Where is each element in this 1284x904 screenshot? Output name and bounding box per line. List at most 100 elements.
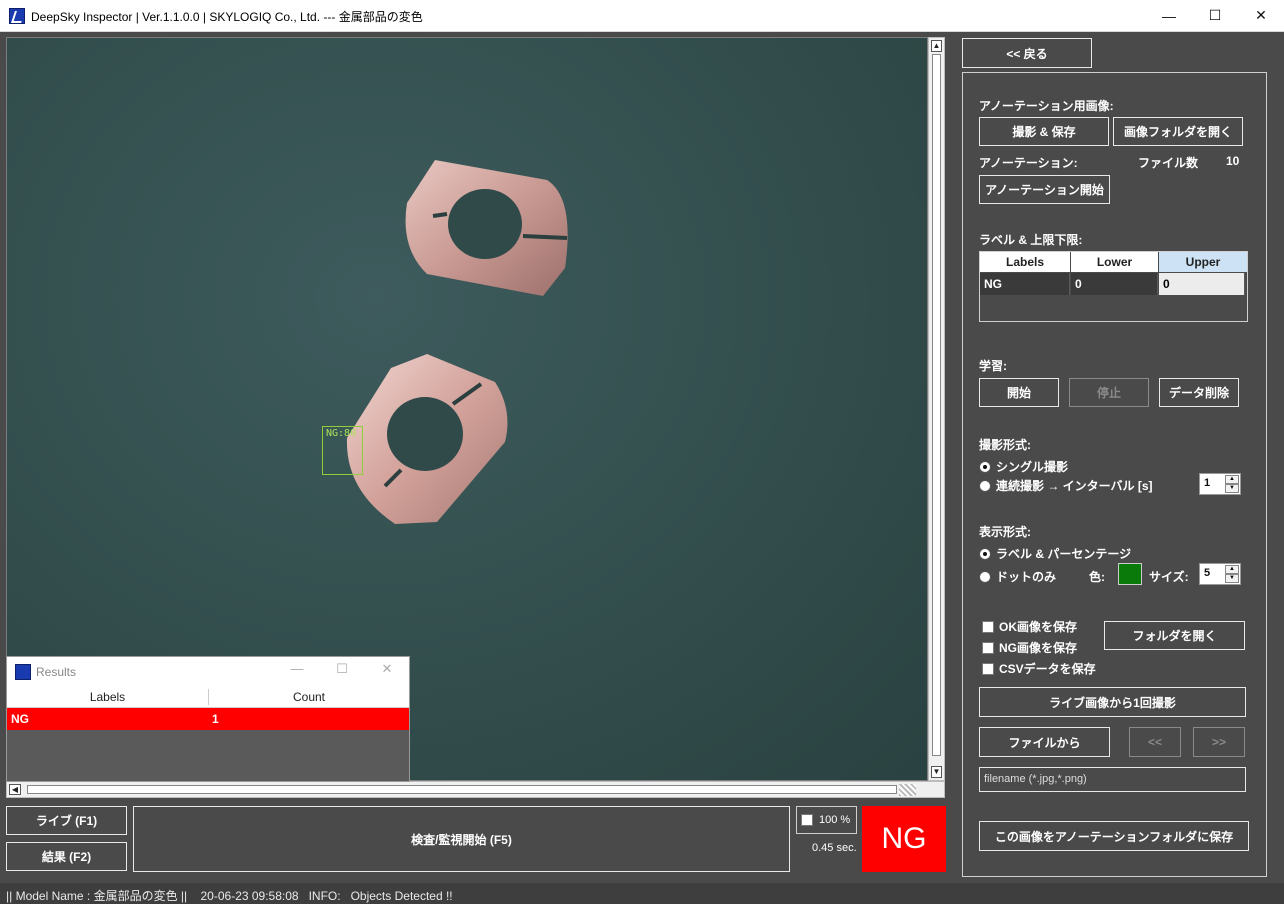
inspect-start-button[interactable]: 検査/監視開始 (F5) — [133, 806, 790, 872]
labels-limits-label: ラベル & 上限下限: — [979, 233, 1083, 247]
annotation-start-button[interactable]: アノーテーション開始 — [979, 175, 1110, 204]
results-close-button[interactable]: ✕ — [367, 661, 407, 677]
file-count-label: ファイル数 — [1138, 156, 1199, 170]
open-image-folder-button[interactable]: 画像フォルダを開く — [1113, 117, 1243, 146]
verdict-indicator: NG — [862, 806, 946, 872]
radio-icon[interactable] — [979, 570, 991, 583]
continuous-capture-radio[interactable]: 連続撮影 → インターバル [s] — [979, 477, 1153, 494]
filename-field[interactable]: filename (*.jpg,*.png) — [979, 767, 1246, 792]
results-title-bar: Results — ☐ ✕ — [7, 657, 409, 686]
zoom-label: 100 % — [819, 814, 851, 826]
zoom-checkbox[interactable]: 100 % — [796, 806, 857, 834]
color-label: 色: — [1089, 570, 1105, 584]
results-minimize-button[interactable]: — — [277, 661, 317, 676]
result-button[interactable]: 結果 (F2) — [6, 842, 127, 871]
open-folder-button[interactable]: フォルダを開く — [1104, 621, 1245, 650]
dots-only-radio[interactable]: ドットのみ — [979, 568, 1056, 585]
next-image-button[interactable]: >> — [1193, 727, 1245, 757]
single-capture-radio[interactable]: シングル撮影 — [979, 458, 1068, 475]
labels-cell-label[interactable]: NG — [980, 273, 1070, 295]
continuous-capture-label: 連続撮影 → インターバル [s] — [996, 479, 1153, 493]
radio-selected-icon[interactable] — [979, 460, 991, 473]
radio-icon[interactable] — [979, 479, 991, 492]
capture-once-button[interactable]: ライブ画像から1回撮影 — [979, 687, 1246, 717]
horizontal-scrollbar[interactable]: ◀ — [6, 781, 945, 798]
dot-color-swatch[interactable] — [1118, 563, 1142, 585]
save-ok-checkbox[interactable]: OK画像を保存 — [982, 618, 1077, 635]
results-title: Results — [36, 665, 77, 679]
annotation-label: アノーテーション: — [979, 156, 1078, 170]
display-mode-label: 表示形式: — [979, 525, 1031, 539]
metal-part-bottom — [346, 354, 508, 524]
detection-box: NG:80 — [322, 426, 363, 475]
stepper-up-icon[interactable]: ▲ — [1225, 475, 1239, 484]
window-title: DeepSky Inspector | Ver.1.1.0.0 | SKYLOG… — [31, 10, 423, 24]
results-app-icon — [15, 664, 31, 680]
results-row-count: 1 — [212, 712, 219, 726]
maximize-button[interactable]: ☐ — [1192, 0, 1238, 31]
zoom-checkbox-box[interactable] — [801, 814, 813, 826]
stepper-down-icon[interactable]: ▼ — [1225, 484, 1239, 493]
close-button[interactable]: ✕ — [1238, 0, 1284, 31]
stepper-down-icon[interactable]: ▼ — [1225, 574, 1239, 583]
scroll-down-icon[interactable]: ▼ — [931, 766, 942, 778]
save-csv-checkbox[interactable]: CSVデータを保存 — [982, 660, 1096, 677]
labels-col-labels: Labels — [980, 252, 1070, 272]
save-ok-label: OK画像を保存 — [999, 620, 1078, 634]
vertical-scrollbar[interactable]: ▲ ▼ — [928, 37, 945, 781]
results-row-label: NG — [11, 712, 29, 726]
learning-stop-button[interactable]: 停止 — [1069, 378, 1149, 407]
status-bar: || Model Name : 金属部品の変色 || 20-06-23 09:5… — [0, 883, 1284, 904]
learning-label: 学習: — [979, 359, 1007, 373]
app-icon — [9, 8, 25, 24]
label-percentage-label: ラベル & パーセンテージ — [996, 547, 1132, 561]
dots-only-label: ドットのみ — [996, 570, 1057, 584]
metal-part-top — [405, 160, 568, 296]
results-maximize-button[interactable]: ☐ — [322, 661, 362, 677]
interval-value: 1 — [1204, 477, 1211, 489]
labels-cell-upper[interactable]: 0 — [1159, 273, 1245, 295]
results-col-labels: Labels — [89, 690, 126, 704]
radio-selected-icon[interactable] — [979, 547, 991, 560]
save-ng-label: NG画像を保存 — [999, 641, 1078, 655]
labels-table[interactable]: Labels Lower Upper NG 0 0 — [979, 251, 1248, 322]
capture-mode-label: 撮影形式: — [979, 438, 1031, 452]
checkbox-box[interactable] — [982, 641, 994, 654]
interval-stepper[interactable]: 1 ▲ ▼ — [1199, 473, 1241, 495]
title-bar: DeepSky Inspector | Ver.1.1.0.0 | SKYLOG… — [0, 0, 1284, 32]
label-percentage-radio[interactable]: ラベル & パーセンテージ — [979, 545, 1131, 562]
results-table-header: Labels Count — [7, 686, 409, 708]
capture-save-button[interactable]: 撮影 & 保存 — [979, 117, 1109, 146]
learning-start-button[interactable]: 開始 — [979, 378, 1059, 407]
from-file-button[interactable]: ファイルから — [979, 727, 1110, 757]
results-row[interactable]: NG 1 — [7, 708, 409, 730]
scroll-left-icon[interactable]: ◀ — [9, 784, 21, 795]
labels-col-upper: Upper — [1159, 252, 1247, 272]
labels-col-lower: Lower — [1071, 252, 1158, 272]
checkbox-box[interactable] — [982, 620, 994, 633]
minimize-button[interactable]: — — [1146, 0, 1192, 31]
labels-cell-lower[interactable]: 0 — [1071, 273, 1158, 295]
results-window: Results — ☐ ✕ Labels Count NG 1 — [6, 656, 410, 782]
size-label: サイズ: — [1149, 570, 1189, 584]
save-ng-checkbox[interactable]: NG画像を保存 — [982, 639, 1077, 656]
resize-grip-icon[interactable] — [899, 784, 916, 796]
elapsed-time: 0.45 sec. — [812, 842, 857, 854]
delete-data-button[interactable]: データ削除 — [1159, 378, 1239, 407]
horizontal-scroll-thumb[interactable] — [27, 785, 897, 794]
vertical-scroll-thumb[interactable] — [932, 54, 941, 756]
single-capture-label: シングル撮影 — [996, 460, 1069, 474]
detection-label: NG:80 — [326, 428, 357, 439]
results-col-count: Count — [292, 690, 326, 704]
live-button[interactable]: ライブ (F1) — [6, 806, 127, 835]
prev-image-button[interactable]: << — [1129, 727, 1181, 757]
size-stepper[interactable]: 5 ▲ ▼ — [1199, 563, 1241, 585]
save-csv-label: CSVデータを保存 — [999, 662, 1096, 676]
annotation-images-label: アノーテーション用画像: — [979, 99, 1114, 113]
save-to-annotation-folder-button[interactable]: この画像をアノーテーションフォルダに保存 — [979, 821, 1249, 851]
stepper-up-icon[interactable]: ▲ — [1225, 565, 1239, 574]
scroll-up-icon[interactable]: ▲ — [931, 40, 942, 52]
file-count-value: 10 — [1226, 154, 1240, 168]
checkbox-box[interactable] — [982, 662, 994, 675]
back-button[interactable]: << 戻る — [962, 38, 1092, 68]
